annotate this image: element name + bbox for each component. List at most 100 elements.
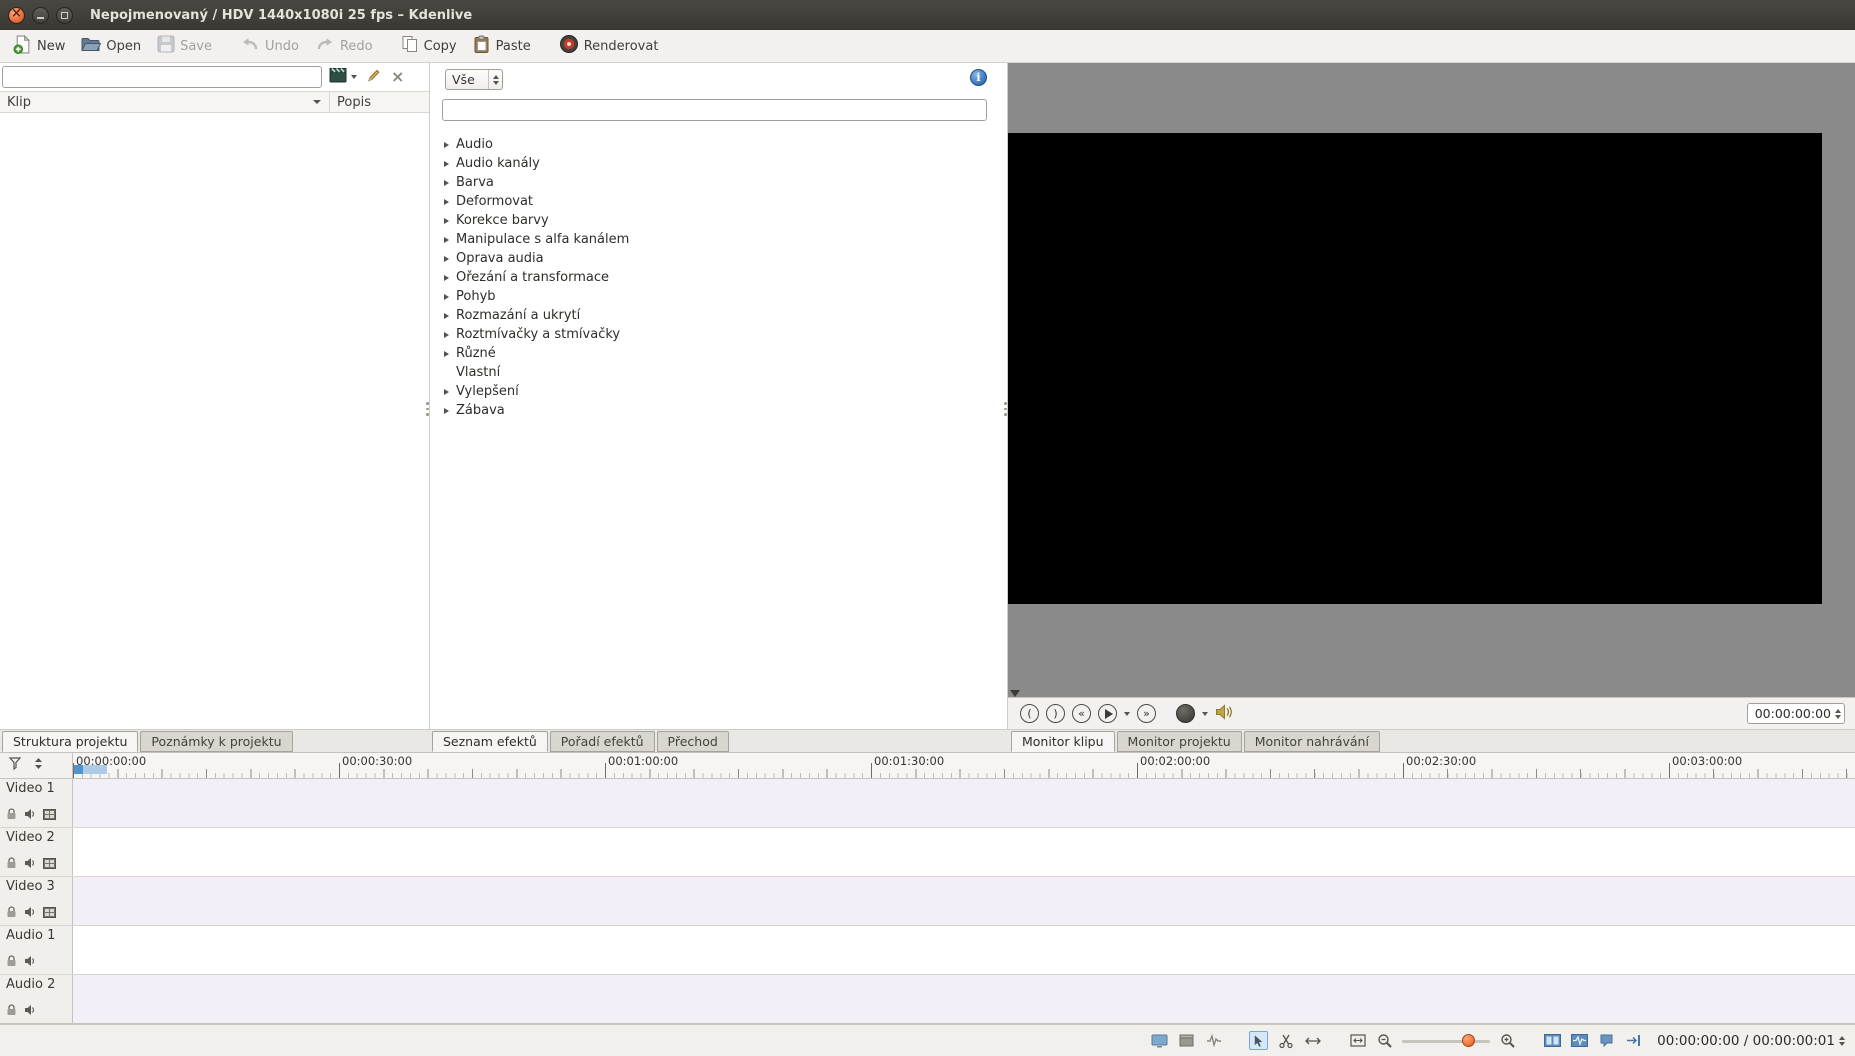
mute-icon[interactable]: [24, 906, 36, 922]
rewind-button[interactable]: «: [1072, 704, 1091, 723]
monitor-config-button[interactable]: [1176, 704, 1195, 723]
track-lane[interactable]: [73, 828, 1855, 876]
track-height-icon[interactable]: [33, 757, 44, 774]
timeline-menu-icon[interactable]: [9, 757, 21, 774]
effect-category-audio[interactable]: Audio: [444, 135, 1007, 154]
config-menu-chevron-icon[interactable]: [1202, 712, 1208, 716]
edit-clip-button[interactable]: [364, 66, 384, 88]
video-thumbnails-icon[interactable]: [43, 809, 56, 824]
effect-category-enhancement[interactable]: Vylepšení: [444, 382, 1007, 401]
new-button[interactable]: New: [5, 32, 73, 61]
razor-tool-icon[interactable]: [1276, 1031, 1295, 1050]
effect-category-blur[interactable]: Rozmazání a ukrytí: [444, 306, 1007, 325]
track-lane[interactable]: [73, 926, 1855, 974]
snap-toggle-icon[interactable]: [1624, 1031, 1643, 1050]
track-header[interactable]: Video 2: [0, 828, 73, 876]
effect-category-crop-transform[interactable]: Ořezání a transformace: [444, 268, 1007, 287]
track-header[interactable]: Video 1: [0, 779, 73, 827]
play-menu-chevron-icon[interactable]: [1124, 712, 1130, 716]
render-button[interactable]: Renderovat: [551, 31, 667, 61]
mute-icon[interactable]: [24, 1004, 36, 1020]
video-thumbnails-icon[interactable]: [43, 907, 56, 922]
lock-icon[interactable]: [6, 857, 17, 873]
effects-search-input[interactable]: [442, 99, 987, 121]
track-lane[interactable]: [73, 779, 1855, 827]
selection-tool-icon[interactable]: [1249, 1031, 1268, 1050]
track-header[interactable]: Audio 2: [0, 975, 73, 1023]
mute-icon[interactable]: [24, 857, 36, 873]
panel-splitter[interactable]: [425, 396, 430, 422]
tab-project-monitor[interactable]: Monitor projektu: [1117, 731, 1242, 752]
lock-icon[interactable]: [6, 906, 17, 922]
column-header-popis[interactable]: Popis: [330, 95, 429, 110]
tab-effect-stack[interactable]: Pořadí efektů: [550, 731, 655, 752]
track-lane[interactable]: [73, 877, 1855, 925]
mute-icon[interactable]: [24, 808, 36, 824]
effect-category-fades[interactable]: Roztmívačky a stmívačky: [444, 325, 1007, 344]
audio-thumbnails-toggle-icon[interactable]: [1570, 1031, 1589, 1050]
monitor-icon[interactable]: [1150, 1031, 1169, 1050]
delete-clip-button[interactable]: ×: [389, 69, 406, 85]
copy-button[interactable]: Copy: [393, 32, 465, 60]
close-button[interactable]: [8, 7, 25, 24]
lock-icon[interactable]: [6, 955, 17, 971]
effect-category-fun[interactable]: Zábava: [444, 401, 1007, 420]
effect-filter-combo[interactable]: Vše: [445, 69, 503, 90]
open-button[interactable]: Open: [73, 33, 149, 60]
lock-icon[interactable]: [6, 808, 17, 824]
effect-category-deform[interactable]: Deformovat: [444, 192, 1007, 211]
zoom-fit-icon[interactable]: [1348, 1031, 1367, 1050]
combo-spinner[interactable]: [488, 70, 502, 89]
tab-record-monitor[interactable]: Monitor nahrávání: [1244, 731, 1380, 752]
effect-category-misc[interactable]: Různé: [444, 344, 1007, 363]
mute-icon[interactable]: [24, 955, 36, 971]
volume-icon[interactable]: [1215, 704, 1235, 724]
effect-category-audio-channels[interactable]: Audio kanály: [444, 154, 1007, 173]
timeline-ruler[interactable]: 00:00:00:00 00:00:30:00 00:01:00:00 00:0…: [73, 753, 1855, 779]
audio-wave-icon[interactable]: [1204, 1031, 1223, 1050]
minimize-button[interactable]: [32, 7, 49, 24]
panel-splitter[interactable]: [1003, 396, 1008, 422]
effect-category-color-correction[interactable]: Korekce barvy: [444, 211, 1007, 230]
tab-project-tree[interactable]: Struktura projektu: [2, 731, 138, 752]
lock-icon[interactable]: [6, 1004, 17, 1020]
zoom-slider[interactable]: [1402, 1033, 1490, 1049]
column-header-klip[interactable]: Klip: [0, 92, 330, 112]
save-button[interactable]: Save: [149, 32, 220, 60]
paste-button[interactable]: Paste: [465, 32, 539, 61]
maximize-button[interactable]: [56, 7, 73, 24]
effect-category-audio-fix[interactable]: Oprava audia: [444, 249, 1007, 268]
video-thumbnails-icon[interactable]: [43, 858, 56, 873]
track-header[interactable]: Video 3: [0, 877, 73, 925]
statusbar-timecode-field[interactable]: 00:00:00:00 / 00:00:00:01: [1651, 1033, 1845, 1049]
zoom-slider-handle[interactable]: [1462, 1034, 1475, 1047]
effect-category-alpha[interactable]: Manipulace s alfa kanálem: [444, 230, 1007, 249]
video-thumbnails-toggle-icon[interactable]: [1543, 1031, 1562, 1050]
timeline-zone-bar[interactable]: [83, 765, 107, 774]
zone-start-button[interactable]: (: [1020, 704, 1039, 723]
tab-clip-monitor[interactable]: Monitor klipu: [1011, 731, 1115, 752]
clapperboard-icon[interactable]: [1177, 1031, 1196, 1050]
effect-category-custom[interactable]: Vlastní: [444, 363, 1007, 382]
effect-category-color[interactable]: Barva: [444, 173, 1007, 192]
tab-transition[interactable]: Přechod: [657, 731, 729, 752]
undo-button[interactable]: Undo: [232, 32, 307, 60]
monitor-timecode-field[interactable]: 00:00:00:00: [1747, 703, 1845, 724]
tab-effect-list[interactable]: Seznam efektů: [432, 731, 548, 752]
add-clip-button[interactable]: [327, 66, 359, 88]
timecode-spinner[interactable]: [1835, 709, 1841, 719]
timecode-spinner[interactable]: [1839, 1036, 1845, 1046]
forward-button[interactable]: »: [1137, 704, 1156, 723]
spacer-tool-icon[interactable]: [1303, 1031, 1322, 1050]
project-search-input[interactable]: [2, 66, 322, 88]
seek-position-marker[interactable]: [1010, 690, 1020, 697]
play-button[interactable]: [1098, 704, 1117, 723]
zone-end-button[interactable]: ): [1046, 704, 1065, 723]
timeline-playhead-marker[interactable]: [74, 765, 83, 774]
effect-category-motion[interactable]: Pohyb: [444, 287, 1007, 306]
redo-button[interactable]: Redo: [307, 32, 381, 60]
zoom-out-icon[interactable]: [1375, 1031, 1394, 1050]
track-lane[interactable]: [73, 975, 1855, 1023]
zoom-in-icon[interactable]: [1498, 1031, 1517, 1050]
markers-toggle-icon[interactable]: [1597, 1031, 1616, 1050]
